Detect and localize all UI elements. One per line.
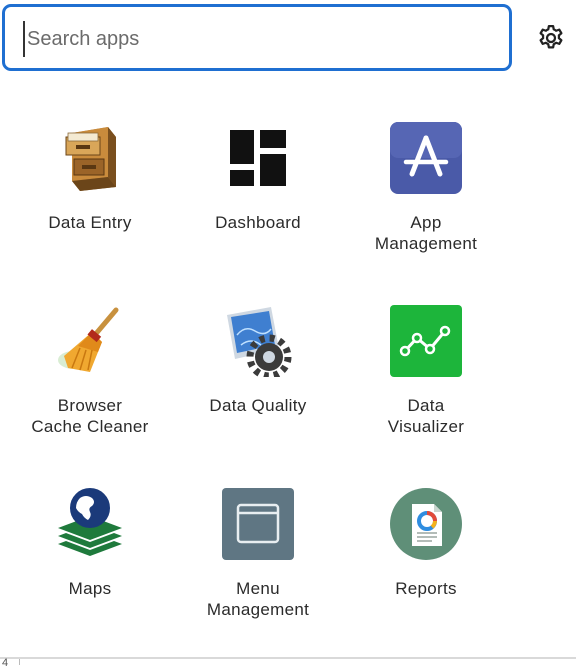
app-label: Browser Cache Cleaner xyxy=(31,396,149,436)
corner-text: 4 xyxy=(2,657,9,669)
app-label: Maps xyxy=(68,579,112,598)
settings-button[interactable] xyxy=(533,20,569,56)
app-dashboard[interactable]: Dashboard xyxy=(174,108,342,291)
app-label: Dashboard xyxy=(215,213,301,232)
line-chart-icon xyxy=(389,304,463,378)
corner-tick xyxy=(19,659,20,665)
app-label: Reports xyxy=(395,579,457,598)
file-cabinet-icon xyxy=(53,121,127,195)
app-browser-cache-cleaner[interactable]: Browser Cache Cleaner xyxy=(6,291,174,474)
app-data-entry[interactable]: Data Entry xyxy=(6,108,174,291)
app-label: App Management xyxy=(374,213,478,253)
app-maps[interactable]: Maps xyxy=(6,474,174,657)
app-data-visualizer[interactable]: Data Visualizer xyxy=(342,291,510,474)
app-grid: Data Entry Dashboard App Management Brow… xyxy=(6,108,510,657)
gear-icon xyxy=(539,25,563,49)
broom-icon xyxy=(53,304,127,378)
app-menu-management[interactable]: Menu Management xyxy=(174,474,342,657)
dashboard-icon xyxy=(221,121,295,195)
window-icon xyxy=(221,487,295,561)
blueprint-gear-icon xyxy=(221,304,295,378)
app-label: Data Quality xyxy=(209,396,307,415)
app-reports[interactable]: Reports xyxy=(342,474,510,657)
search-input[interactable] xyxy=(23,21,499,57)
app-app-management[interactable]: App Management xyxy=(342,108,510,291)
search-box[interactable] xyxy=(2,4,512,71)
app-data-quality[interactable]: Data Quality xyxy=(174,291,342,474)
report-document-icon xyxy=(389,487,463,561)
app-store-icon xyxy=(389,121,463,195)
globe-layers-icon xyxy=(53,487,127,561)
app-label: Menu Management xyxy=(206,579,310,619)
app-label: Data Visualizer xyxy=(387,396,465,436)
app-label: Data Entry xyxy=(48,213,132,232)
bottom-divider xyxy=(0,657,576,667)
